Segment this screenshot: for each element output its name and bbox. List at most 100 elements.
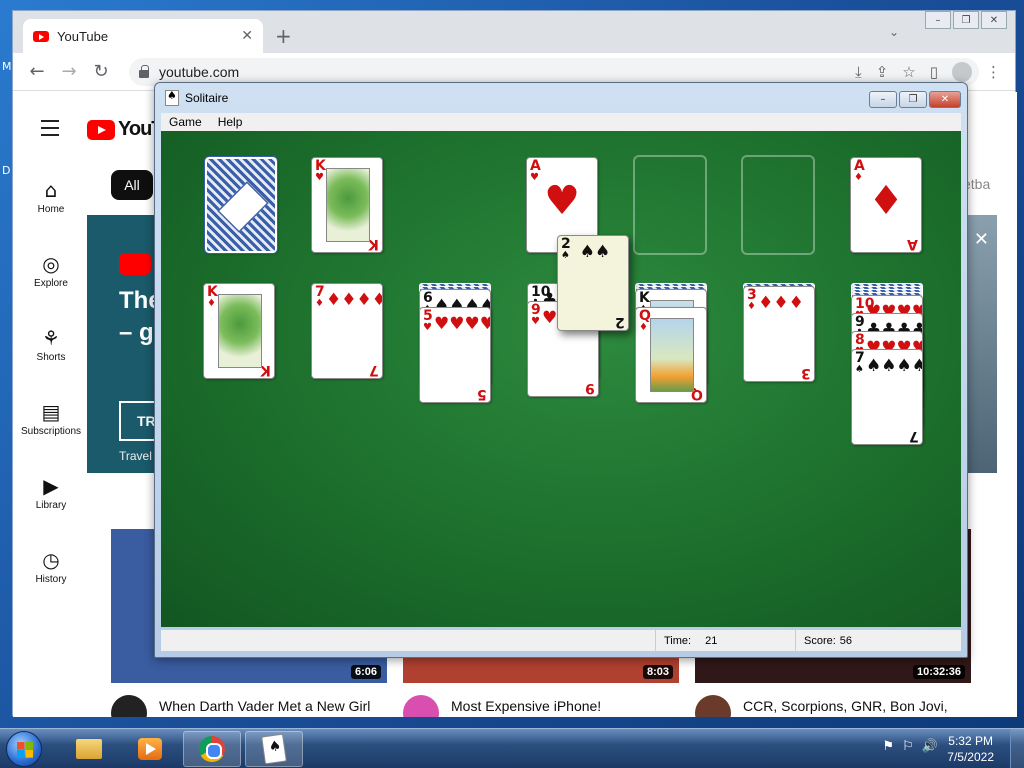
sidebar-item-library[interactable]: ▶ Library [13, 474, 89, 511]
history-icon: ◷ [42, 548, 60, 572]
reload-button[interactable]: ↻ [85, 61, 117, 82]
card-rank: A [530, 158, 541, 174]
score-display: Score: 56 [795, 630, 961, 652]
menu-game[interactable]: Game [161, 115, 210, 129]
card-rank: 8 [855, 332, 865, 348]
sidebar-item-shorts[interactable]: ⚘ Shorts [13, 326, 89, 363]
solitaire-menubar: Game Help [161, 113, 961, 131]
foundation-card[interactable]: A ♦ A ♦ [850, 157, 922, 253]
volume-icon[interactable]: 🔊 [922, 739, 938, 754]
tableau-card[interactable]: 7♠7♠♠♠♠♠♠♠ [851, 349, 923, 445]
tab-search-icon[interactable]: ⌄ [889, 25, 899, 39]
sidebar-item-label: Explore [34, 278, 68, 289]
stock-pile[interactable] [204, 156, 278, 254]
back-button[interactable]: ← [21, 61, 53, 82]
system-tray: ⚑ ⚐ 🔊 [883, 739, 939, 754]
card-rank: 5 [423, 308, 433, 324]
taskbar-media-player[interactable] [121, 731, 179, 767]
maximize-button[interactable]: ❐ [899, 91, 927, 108]
show-desktop-button[interactable] [1010, 729, 1024, 768]
maximize-button[interactable]: ❐ [953, 11, 979, 29]
waste-card[interactable]: K ♥ K [311, 157, 383, 253]
channel-avatar[interactable] [111, 695, 147, 717]
tableau-card[interactable]: 3 ♦ 3 ♦♦♦ [743, 286, 815, 382]
video-title[interactable]: Most Expensive iPhone! [451, 696, 681, 716]
clock[interactable]: 5:32 PM 7/5/2022 [947, 733, 994, 765]
desktop-icon-label: M [2, 60, 12, 73]
sidebar-item-label: Home [37, 204, 65, 215]
tableau-card[interactable]: Q ♦ Q [635, 307, 707, 403]
dragged-card[interactable]: 2 ♠ 2 ♠♠ [557, 235, 629, 331]
tab-youtube[interactable]: YouTube ✕ [23, 19, 263, 53]
status-bar: Time: 21 Score: 56 [161, 629, 961, 652]
channel-avatar[interactable] [695, 695, 731, 717]
media-player-icon [138, 738, 162, 760]
tableau-card[interactable]: 7♦7♦♦♦♦♦♦♦ [311, 283, 383, 379]
foundation-slot-empty[interactable] [741, 155, 815, 255]
chip-all[interactable]: All [111, 170, 153, 200]
youtube-logo-icon [119, 253, 151, 275]
sidebar-item-explore[interactable]: ◎ Explore [13, 252, 89, 289]
youtube-logo-icon [87, 119, 115, 140]
card-suit-icon: ♠ [561, 250, 570, 261]
card-rank: K [207, 284, 218, 300]
menu-help[interactable]: Help [210, 115, 251, 129]
start-button[interactable] [6, 731, 42, 767]
taskbar-chrome[interactable] [183, 731, 241, 767]
foundation-slot-empty[interactable] [633, 155, 707, 255]
bookmark-star-icon[interactable]: ☆ [902, 63, 915, 81]
side-panel-icon[interactable]: ▯ [930, 63, 938, 81]
profile-avatar[interactable] [952, 62, 972, 82]
game-table: K♥KA♥A♥A♦A♦K♦K7♦7♦♦♦♦♦♦♦6♠6♠♠♠♠♠♠5♥5♥♥♥♥… [161, 131, 961, 627]
desktop-icon-label: D [2, 164, 11, 177]
solitaire-window-controls: – ❐ ✕ [867, 91, 961, 108]
tableau-card[interactable]: 5♥5♥♥♥♥♥ [419, 307, 491, 403]
clock-time: 5:32 PM [948, 734, 993, 748]
card-suit-icon: ♦ [747, 301, 756, 312]
network-icon[interactable]: ⚑ [883, 739, 895, 754]
solitaire-titlebar[interactable]: Solitaire – ❐ ✕ [155, 83, 967, 113]
browser-menu-icon[interactable]: ⋮ [986, 63, 1001, 81]
url-text: youtube.com [159, 64, 240, 80]
sidebar-item-history[interactable]: ◷ History [13, 548, 89, 585]
install-icon[interactable]: ⤓ [855, 63, 862, 81]
card-rank: 7 [855, 350, 865, 366]
minimize-button[interactable]: – [869, 91, 897, 108]
sidebar-item-subscriptions[interactable]: ▤ Subscriptions [13, 400, 89, 437]
card-suit-icon: ♠ [855, 364, 864, 375]
taskbar-solitaire[interactable] [245, 731, 303, 767]
card-rank: K [315, 158, 326, 174]
forward-button[interactable]: → [53, 61, 85, 82]
close-icon[interactable]: ✕ [974, 229, 989, 250]
tableau-card[interactable]: K ♦ K [203, 283, 275, 379]
tab-strip: YouTube ✕ + ⌄ – ❐ ✕ [13, 11, 1015, 53]
share-icon[interactable]: ⇪ [876, 63, 889, 81]
card-face-art [218, 294, 262, 368]
card-suit-icon: ♦ [207, 298, 216, 309]
card-rank: 6 [423, 290, 433, 306]
new-tab-button[interactable]: + [275, 24, 292, 48]
action-center-icon[interactable]: ⚐ [902, 739, 914, 754]
taskbar-explorer[interactable] [60, 731, 118, 767]
tab-title: YouTube [57, 28, 109, 44]
subscriptions-icon: ▤ [41, 400, 61, 424]
card-rank: 7 [315, 284, 325, 300]
sidebar-item-label: Shorts [36, 352, 66, 363]
library-icon: ▶ [43, 474, 59, 498]
minimize-button[interactable]: – [925, 11, 951, 29]
card-rank: K [639, 290, 650, 306]
compass-icon: ◎ [42, 252, 60, 276]
taskbar: ⚑ ⚐ 🔊 5:32 PM 7/5/2022 [0, 728, 1024, 768]
tab-close-icon[interactable]: ✕ [241, 28, 253, 44]
sidebar-item-home[interactable]: ⌂ Home [13, 178, 89, 215]
close-button[interactable]: ✕ [981, 11, 1007, 29]
video-title[interactable]: CCR, Scorpions, GNR, Bon Jovi, U2, Led Z… [743, 696, 973, 717]
card-rank: 2 [561, 236, 571, 252]
card-rank: A [854, 158, 865, 174]
card-suit-icon: ♥ [544, 178, 580, 224]
lock-icon[interactable] [139, 65, 149, 78]
close-button[interactable]: ✕ [929, 91, 961, 108]
hamburger-menu-icon[interactable] [41, 120, 59, 141]
video-title[interactable]: When Darth Vader Met a New Girl from Nab… [159, 696, 389, 717]
channel-avatar[interactable] [403, 695, 439, 717]
